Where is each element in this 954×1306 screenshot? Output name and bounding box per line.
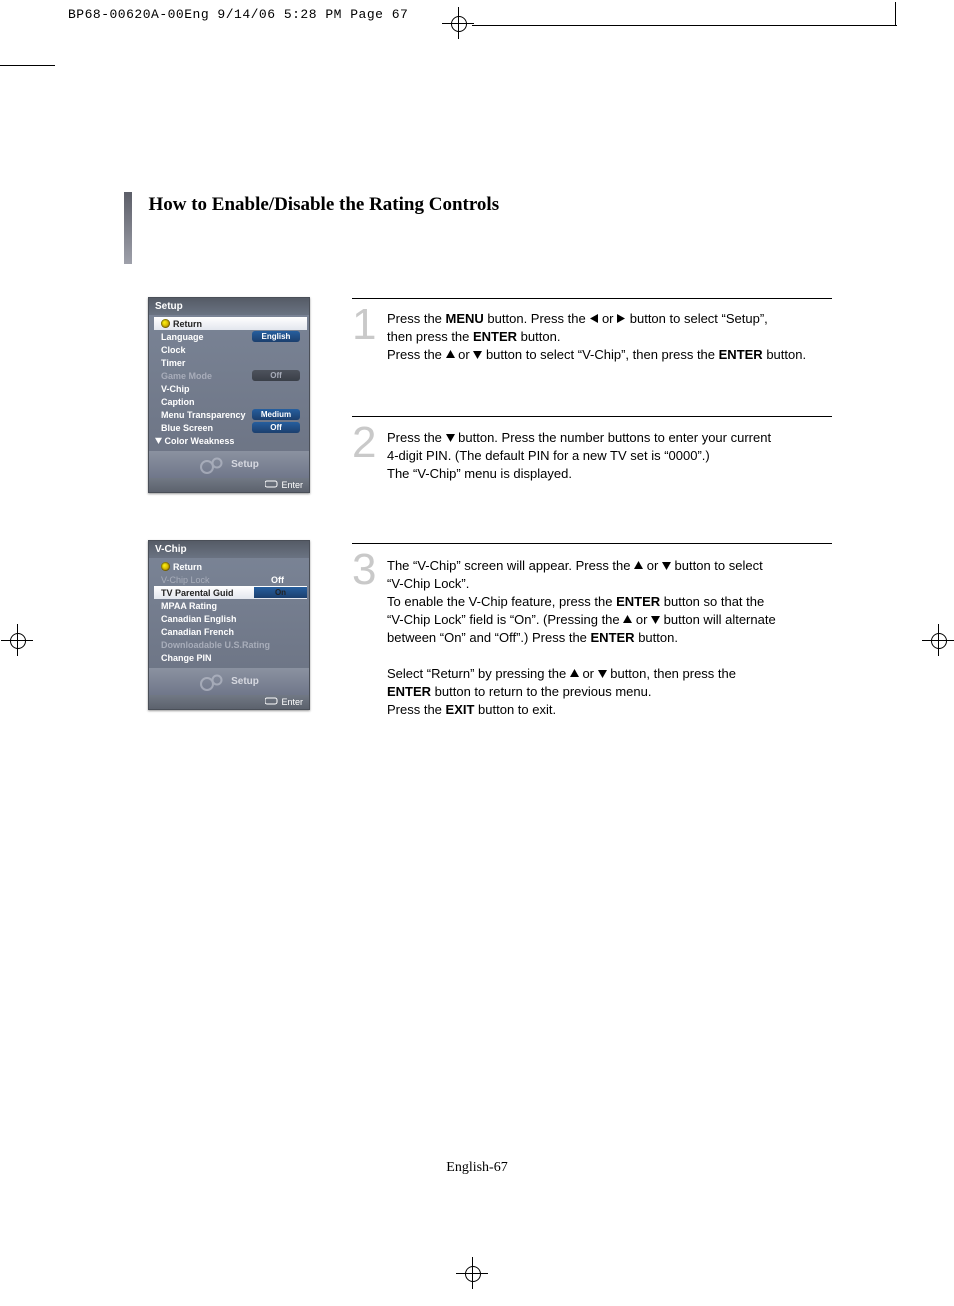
step-2-text: Press the button. Press the number butto… (387, 429, 842, 483)
triangle-down-icon (473, 346, 482, 364)
section-heading: How to Enable/Disable the Rating Control… (124, 192, 499, 264)
menu-item-disabled: Game ModeOff (155, 369, 306, 382)
value-pill: On (254, 587, 307, 598)
crop-rule-left (0, 65, 55, 66)
divider (352, 543, 832, 544)
menu-item-return[interactable]: Return (154, 317, 307, 330)
menu-item[interactable]: LanguageEnglish (155, 330, 306, 343)
menu-item[interactable]: Color Weakness (149, 434, 306, 447)
triangle-down-icon (662, 557, 671, 575)
menu-item[interactable]: MPAA Rating (155, 599, 306, 612)
registration-mark-top (448, 13, 468, 33)
registration-mark-left (7, 630, 27, 650)
value-off: Off (255, 575, 300, 585)
osd-band: Setup (149, 451, 309, 478)
step-3-text: The “V-Chip” screen will appear. Press t… (387, 557, 842, 719)
heading-text: How to Enable/Disable the Rating Control… (148, 192, 499, 216)
osd-band: Setup (149, 668, 309, 695)
step-number-1: 1 (352, 300, 376, 350)
crop-tick (895, 2, 896, 25)
menu-item-disabled: Downloadable U.S.Rating (155, 638, 306, 651)
triangle-down-icon (155, 436, 162, 446)
menu-item[interactable]: Canadian English (155, 612, 306, 625)
menu-item[interactable]: V-Chip LockOff (155, 573, 306, 586)
menu-item-highlighted[interactable]: TV Parental GuidOn (154, 586, 307, 599)
triangle-down-icon (598, 665, 607, 683)
crop-rule (472, 25, 897, 26)
gear-icon (199, 455, 225, 475)
triangle-up-icon (634, 557, 643, 575)
triangle-down-icon (446, 429, 455, 447)
enter-icon (265, 697, 279, 705)
value-pill: Off (252, 370, 300, 381)
osd-footer: Enter (149, 695, 309, 709)
menu-item[interactable]: Timer (155, 356, 306, 369)
menu-item[interactable]: Canadian French (155, 625, 306, 638)
step-number-3: 3 (352, 545, 376, 595)
menu-item[interactable]: Caption (155, 395, 306, 408)
value-pill: English (252, 331, 300, 342)
triangle-up-icon (570, 665, 579, 683)
page-number: English-67 (0, 1160, 954, 1176)
triangle-down-icon (651, 611, 660, 629)
step-number-2: 2 (352, 418, 376, 468)
menu-item-return[interactable]: Return (155, 560, 306, 573)
divider (352, 298, 832, 299)
osd-title: V-Chip (149, 541, 309, 558)
menu-item[interactable]: Blue ScreenOff (155, 421, 306, 434)
registration-mark-right (928, 630, 948, 650)
print-header: BP68-00620A-00Eng 9/14/06 5:28 PM Page 6… (68, 7, 408, 22)
value-pill: Medium (252, 409, 300, 420)
triangle-left-icon (589, 310, 598, 328)
heading-accent-bar (124, 192, 132, 264)
triangle-right-icon (617, 310, 626, 328)
triangle-up-icon (446, 346, 455, 364)
return-icon (161, 319, 170, 328)
osd-title: Setup (149, 298, 309, 315)
enter-icon (265, 480, 279, 488)
osd-vchip-menu: V-Chip Return V-Chip LockOff TV Parental… (148, 540, 310, 710)
osd-setup-menu: Setup Return LanguageEnglish Clock Timer… (148, 297, 310, 493)
step-1-text: Press the MENU button. Press the or butt… (387, 310, 842, 364)
menu-item[interactable]: Change PIN (155, 651, 306, 664)
divider (352, 416, 832, 417)
value-pill: Off (252, 422, 300, 433)
registration-mark-bottom (462, 1263, 482, 1283)
menu-item[interactable]: V-Chip (155, 382, 306, 395)
return-icon (161, 562, 170, 571)
menu-item[interactable]: Menu TransparencyMedium (155, 408, 306, 421)
osd-footer: Enter (149, 478, 309, 492)
menu-item[interactable]: Clock (155, 343, 306, 356)
triangle-up-icon (623, 611, 632, 629)
gear-icon (199, 672, 225, 692)
